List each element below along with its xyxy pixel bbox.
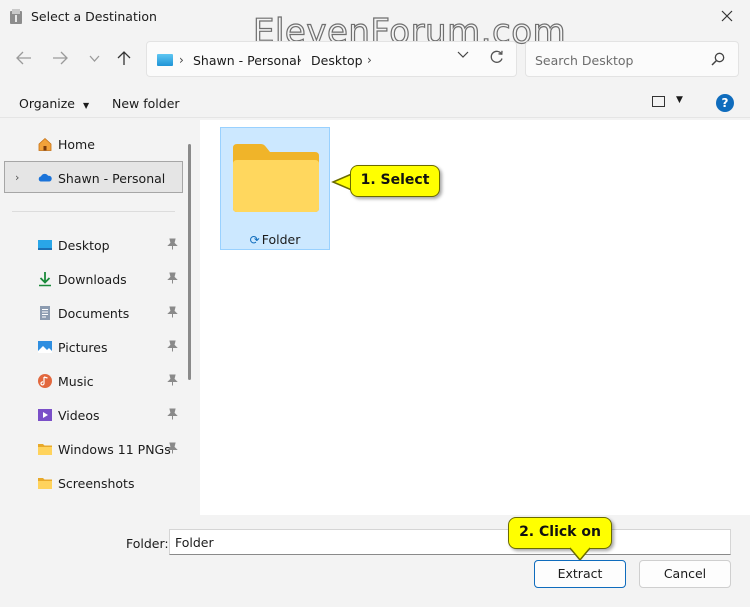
sidebar-item-screenshots[interactable]: Screenshots [0,467,182,499]
sidebar-item-label: Downloads [58,272,127,287]
divider [12,211,175,212]
pin-icon[interactable] [167,442,178,454]
pin-icon[interactable] [167,340,178,352]
pin-icon[interactable] [167,272,178,284]
recent-locations-button[interactable] [80,44,108,72]
chevron-down-icon [89,55,99,62]
folder-icon [233,144,319,212]
refresh-icon[interactable] [489,50,504,65]
up-button[interactable] [110,44,138,72]
download-icon [39,272,51,287]
chevron-down-icon[interactable]: ▼ [676,95,683,105]
documents-icon [40,306,50,320]
chevron-right-icon: › [179,53,184,67]
search-icon [711,52,725,66]
address-bar[interactable]: › Shawn - Personal › Desktop › [146,41,517,77]
title-bar: Select a Destination ElevenForum.com [0,0,750,53]
sidebar-item-label: Videos [58,408,100,423]
arrow-right-icon [53,51,68,65]
callout-text: 1. Select [360,172,430,188]
sidebar-item-label: Music [58,374,94,389]
arrow-left-icon [16,51,31,65]
sidebar-item-desktop[interactable]: Desktop [0,229,182,261]
pictures-icon [38,341,52,353]
folder-name: Folder [261,232,301,247]
sidebar-item-label: Documents [58,306,130,321]
pin-icon[interactable] [167,306,178,318]
folder-item-label: ⟳ Folder [221,232,329,247]
folder-name-input[interactable] [169,529,731,555]
organize-menu[interactable]: Organize ▼ [19,96,89,111]
sidebar-item-label: Shawn - Personal [58,171,166,186]
sidebar-item-windows-11-pngs[interactable]: Windows 11 PNGs [0,433,182,465]
file-list[interactable]: ⟳ Folder 1. Select [200,120,750,515]
folder-icon [38,444,52,455]
sidebar-item-downloads[interactable]: Downloads [0,263,182,295]
new-folder-button[interactable]: New folder [112,96,180,111]
breadcrumb-item[interactable]: Shawn - Personal [193,53,300,68]
music-icon [38,374,52,388]
pin-icon[interactable] [167,238,178,250]
cancel-button[interactable]: Cancel [639,560,731,588]
window-title: Select a Destination [31,9,157,24]
sidebar-item-label: Pictures [58,340,108,355]
sidebar-item-documents[interactable]: Documents [0,297,182,329]
chevron-down-icon: ▼ [82,101,90,110]
organize-label: Organize [19,96,75,111]
back-button[interactable] [10,44,38,72]
sync-icon: ⟳ [249,233,260,247]
home-icon [38,137,52,151]
extract-button[interactable]: Extract [534,560,626,588]
help-button[interactable]: ? [716,94,734,112]
chevron-right-icon[interactable]: › [15,171,19,184]
videos-icon [38,409,52,421]
callout-click-on: 2. Click on [508,517,612,549]
sidebar-item-videos[interactable]: Videos [0,399,182,431]
forward-button[interactable] [46,44,74,72]
callout-text: 2. Click on [519,524,601,540]
pin-icon[interactable] [167,374,178,386]
desktop-icon [38,240,52,250]
sidebar-item-label: Home [58,137,95,152]
toolbar: Organize ▼ New folder ▼ ? [0,88,750,118]
arrow-up-icon [117,51,131,65]
pin-icon[interactable] [167,408,178,420]
sidebar-item-label: Desktop [58,238,110,253]
navigation-bar: › Shawn - Personal › Desktop › Search De… [0,38,750,80]
cloud-icon [38,173,52,182]
sidebar-item-home[interactable]: Home [0,128,182,160]
folder-icon [38,478,52,489]
folder-item[interactable]: ⟳ Folder [220,127,330,250]
chevron-down-icon[interactable] [457,51,469,59]
chevron-right-icon[interactable]: › [297,53,302,67]
view-icon[interactable] [652,96,665,107]
bottom-panel: Folder: 2. Click on Extract Cancel [0,515,750,607]
desktop-icon [157,54,173,66]
close-button[interactable] [704,0,750,32]
close-icon [721,10,733,22]
callout-select: 1. Select [350,165,440,197]
sidebar-scrollbar[interactable] [188,144,191,380]
archive-app-icon [10,9,22,24]
search-box[interactable]: Search Desktop [525,41,739,77]
search-input[interactable]: Search Desktop [535,53,633,68]
navigation-pane: Home › Shawn - Personal Desktop Download… [0,120,198,515]
sidebar-item-label: Screenshots [58,476,135,491]
sidebar-item-pictures[interactable]: Pictures [0,331,182,363]
sidebar-item-label: Windows 11 PNGs [58,442,171,457]
sidebar-item-shawn-personal[interactable]: › Shawn - Personal [4,161,183,193]
chevron-right-icon[interactable]: › [367,53,372,67]
sidebar-item-music[interactable]: Music [0,365,182,397]
folder-label: Folder: [126,536,169,551]
breadcrumb-item[interactable]: Desktop [311,53,363,68]
